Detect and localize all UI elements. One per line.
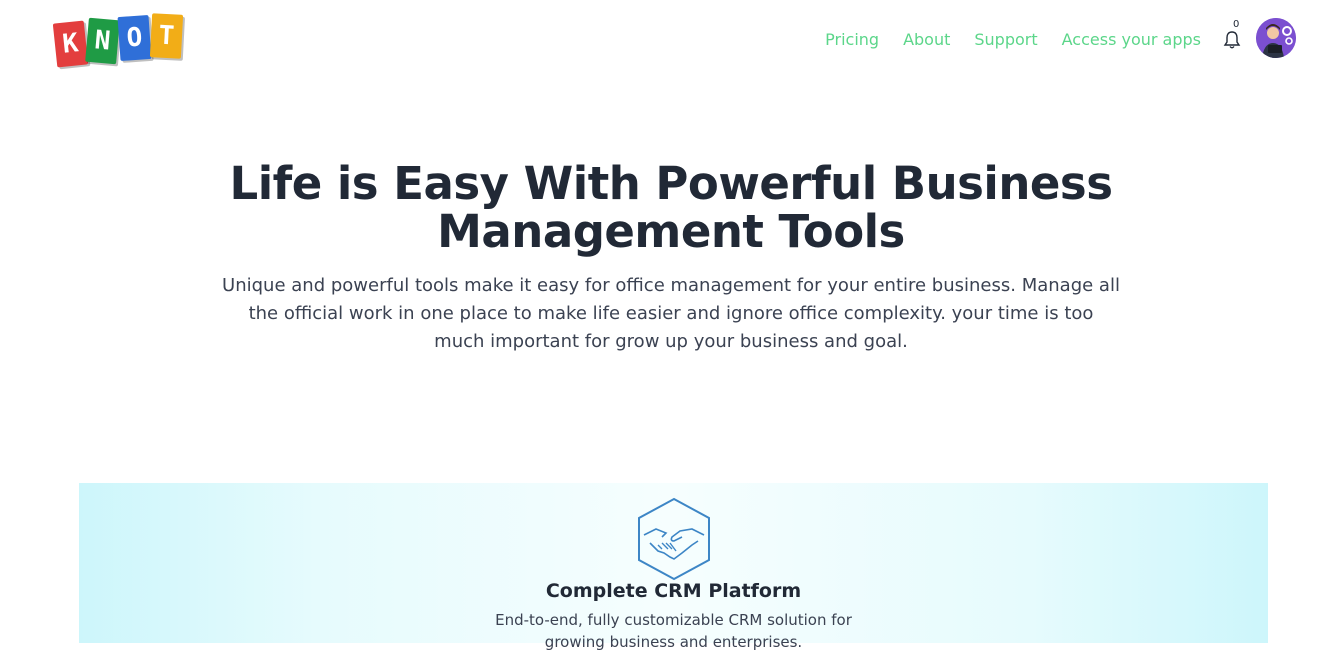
feature-description-wrapper: End-to-end, fully customizable CRM solut… — [79, 609, 1268, 653]
hero-title: Life is Easy With Powerful Business Mana… — [229, 157, 1113, 258]
nav-link-pricing[interactable]: Pricing — [825, 30, 879, 49]
header: K N O T Pricing About Support Access you… — [0, 0, 1342, 80]
knot-logo[interactable]: K N O T — [52, 13, 185, 68]
user-avatar[interactable] — [1256, 18, 1296, 58]
notification-count: 0 — [1233, 19, 1240, 30]
bell-icon[interactable] — [1222, 30, 1242, 50]
main-nav: Pricing About Support Access your apps — [825, 30, 1201, 49]
feature-card-crm: Complete CRM Platform End-to-end, fully … — [79, 483, 1268, 651]
logo-letter-t: T — [149, 13, 184, 59]
nav-link-support[interactable]: Support — [974, 30, 1037, 49]
feature-title: Complete CRM Platform — [545, 580, 802, 602]
feature-description: End-to-end, fully customizable CRM solut… — [495, 611, 852, 651]
logo-letter-k: K — [52, 20, 89, 68]
hero-subtitle: Unique and powerful tools make it easy f… — [222, 275, 1120, 352]
handshake-icon — [636, 497, 712, 581]
logo-letter-o: O — [117, 14, 152, 62]
nav-link-about[interactable]: About — [903, 30, 950, 49]
nav-link-access-apps[interactable]: Access your apps — [1062, 30, 1201, 49]
logo-letter-n: N — [85, 17, 120, 65]
hero-section: Life is Easy With Powerful Business Mana… — [0, 160, 1342, 356]
